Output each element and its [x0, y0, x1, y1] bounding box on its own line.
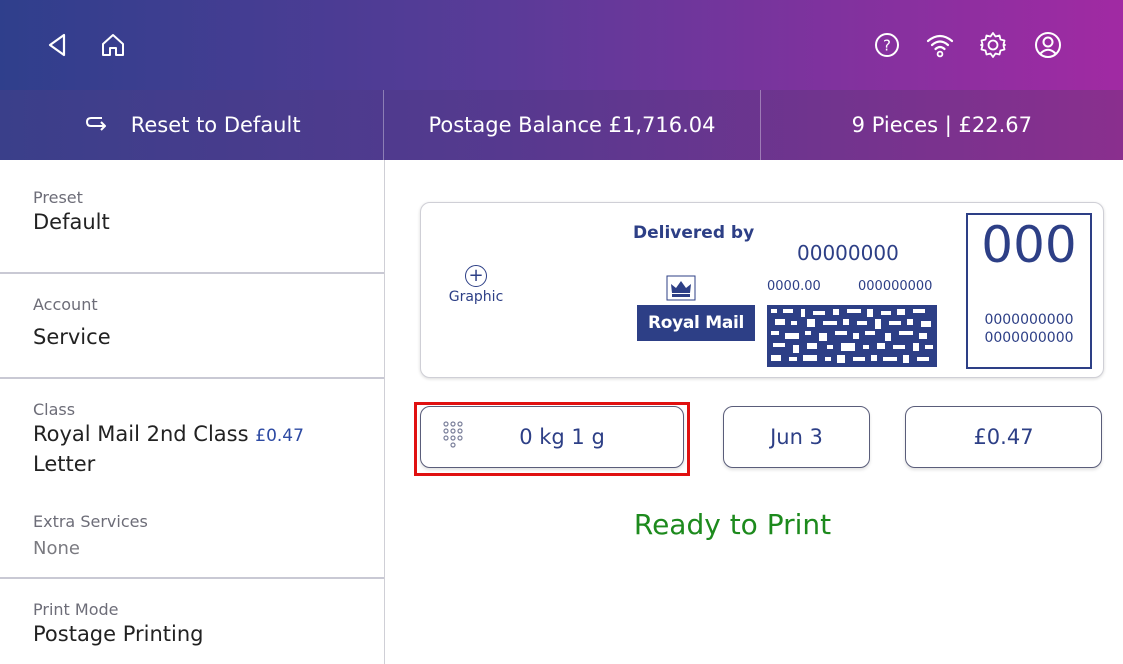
top-bar: ?	[0, 0, 1123, 90]
add-graphic-button[interactable]: + Graphic	[441, 265, 511, 305]
preset-value: Default	[33, 210, 110, 234]
indicia-serial: 000000000	[858, 279, 933, 294]
postage-balance[interactable]: Postage Balance £1,716.04	[384, 90, 761, 160]
settings-icon[interactable]	[975, 27, 1011, 63]
class-format: Letter	[33, 452, 96, 476]
datamatrix-barcode	[767, 305, 937, 367]
postage-amount-value: £0.47	[973, 425, 1034, 449]
svg-text:?: ?	[883, 37, 891, 55]
class-item[interactable]: Class Royal Mail 2nd Class £0.47 Letter	[0, 400, 384, 478]
account-icon[interactable]	[1030, 27, 1066, 63]
pieces-summary-text: 9 Pieces | £22.67	[851, 113, 1032, 137]
print-mode-value: Postage Printing	[33, 622, 204, 646]
status-strip: Reset to Default Postage Balance £1,716.…	[0, 90, 1123, 160]
date-value: Jun 3	[770, 425, 823, 449]
indicia-weight-code: 0000.00	[767, 279, 821, 294]
pieces-summary[interactable]: 9 Pieces | £22.67	[761, 90, 1123, 160]
wifi-icon[interactable]	[922, 27, 958, 63]
plus-icon: +	[465, 265, 487, 287]
value-code-line-2: 0000000000	[984, 330, 1074, 346]
delivered-by-text: Delivered by	[633, 223, 755, 243]
extra-services-item[interactable]: Extra Services None	[0, 512, 384, 559]
value-code-line-1: 0000000000	[984, 312, 1074, 328]
postage-value-box: 000 0000000000 0000000000	[966, 213, 1092, 369]
preset-item[interactable]: Preset Default	[0, 188, 384, 236]
indicia-preview: + Graphic Delivered by Royal Mail 000000…	[420, 202, 1104, 378]
class-label: Class	[33, 400, 76, 419]
back-icon[interactable]	[40, 27, 76, 63]
print-mode-label: Print Mode	[33, 600, 119, 619]
account-label: Account	[33, 295, 98, 314]
class-value: Royal Mail 2nd Class	[33, 422, 249, 446]
sidebar-divider	[0, 377, 384, 379]
postage-amount-button[interactable]: £0.47	[905, 406, 1102, 468]
postage-balance-text: Postage Balance £1,716.04	[428, 113, 716, 137]
sidebar-divider	[0, 272, 384, 274]
reset-to-default-label: Reset to Default	[130, 113, 301, 137]
crown-icon	[666, 275, 696, 301]
reset-icon	[85, 117, 106, 131]
home-icon[interactable]	[95, 27, 131, 63]
preset-label: Preset	[33, 188, 83, 207]
sidebar: Preset Default Account Service Class Roy…	[0, 160, 385, 664]
account-value: Service	[33, 325, 111, 349]
help-icon[interactable]: ?	[869, 27, 905, 63]
reset-to-default-button[interactable]: Reset to Default	[0, 90, 385, 160]
weight-value: 0 kg 1 g	[519, 425, 605, 449]
keypad-icon	[443, 421, 463, 448]
ready-status: Ready to Print	[633, 508, 832, 541]
royal-mail-logo: Royal Mail	[637, 305, 755, 341]
extra-services-label: Extra Services	[33, 512, 148, 531]
sidebar-divider	[0, 577, 384, 579]
indicia-number: 00000000	[797, 241, 899, 265]
extra-services-value: None	[33, 538, 80, 559]
weight-button[interactable]: 0 kg 1 g	[420, 406, 684, 468]
date-button[interactable]: Jun 3	[723, 406, 870, 468]
print-mode-item[interactable]: Print Mode Postage Printing	[0, 600, 384, 648]
account-item[interactable]: Account Service	[0, 295, 384, 351]
graphic-label: Graphic	[448, 289, 504, 305]
class-price: £0.47	[255, 426, 304, 446]
postage-value: 000	[981, 216, 1077, 274]
